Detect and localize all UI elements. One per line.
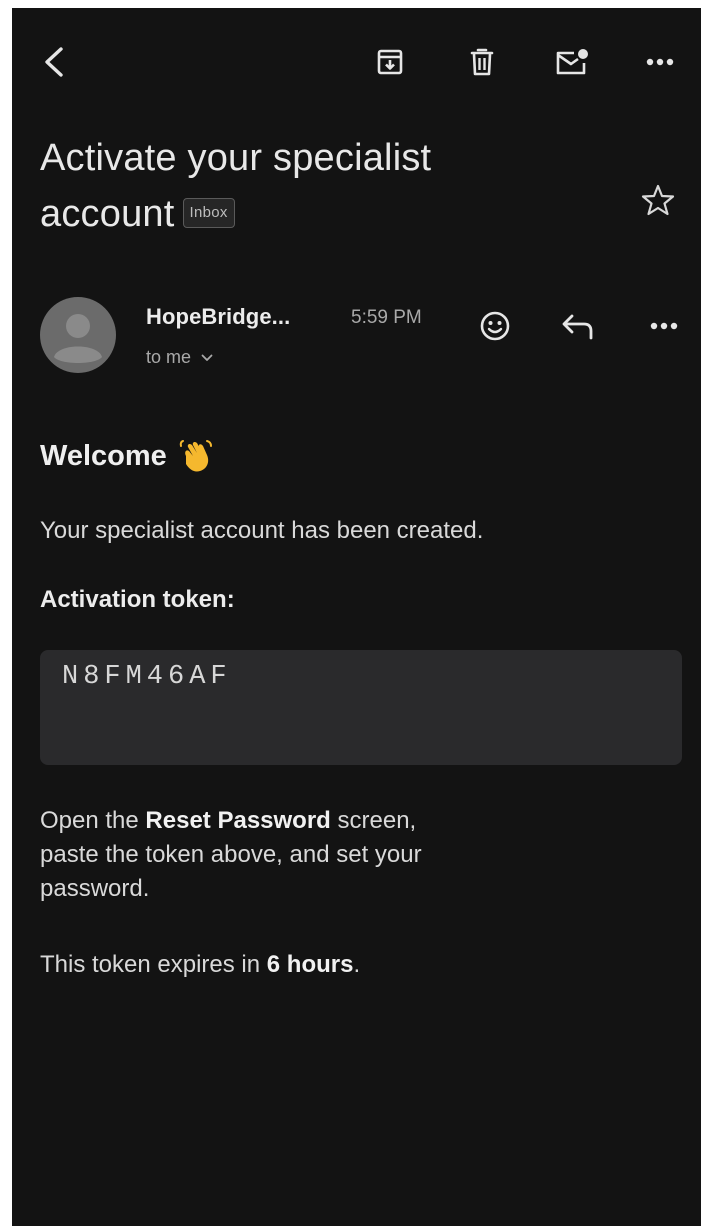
sender-name[interactable]: HopeBridge... <box>146 304 290 330</box>
reply-arrow-icon <box>562 314 593 340</box>
trash-icon <box>470 48 494 76</box>
message-more-button[interactable] <box>638 300 690 352</box>
instructions-text: Open the Reset Password screen, paste th… <box>40 804 422 906</box>
instructions-line-1-suffix: screen, <box>330 807 417 834</box>
more-horizontal-icon <box>650 322 678 330</box>
greeting-text: Welcome <box>40 439 167 472</box>
archive-button[interactable] <box>366 38 414 86</box>
mark-unread-icon <box>556 49 588 75</box>
expiry-prefix: This token expires in <box>40 951 267 978</box>
intro-text: Your specialist account has been created… <box>40 517 484 544</box>
star-button[interactable] <box>630 172 686 228</box>
token-label: Activation token: <box>40 586 235 613</box>
top-toolbar <box>12 8 701 116</box>
back-arrow-icon <box>45 47 63 77</box>
reply-button[interactable] <box>552 300 604 352</box>
expiry-suffix: . <box>353 951 361 978</box>
archive-icon <box>377 49 403 75</box>
email-greeting: Welcome <box>40 438 213 474</box>
chevron-down-icon <box>201 354 213 361</box>
reset-password-emphasis: Reset Password <box>145 807 331 834</box>
instructions-line-3: password. <box>40 875 150 902</box>
sender-avatar[interactable] <box>40 297 116 373</box>
recipient-details-toggle[interactable]: to me <box>146 347 213 368</box>
email-timestamp: 5:59 PM <box>351 307 422 328</box>
subject-line-2-text: account <box>40 193 175 235</box>
instructions-line-2: paste the token above, and set your <box>40 841 422 868</box>
email-subject: Activate your specialist account Inbox <box>40 130 620 242</box>
subject-line-1: Activate your specialist <box>40 137 432 179</box>
more-options-button[interactable] <box>636 38 684 86</box>
emoji-smile-icon <box>480 311 510 341</box>
back-button[interactable] <box>30 38 78 86</box>
instructions-line-1: Open the Reset Password screen, <box>40 804 422 838</box>
default-avatar-icon <box>54 314 102 363</box>
waving-hand-icon <box>179 440 212 472</box>
inbox-label-chip[interactable]: Inbox <box>182 197 235 228</box>
instructions-prefix: Open the <box>40 807 146 834</box>
token-code-block[interactable]: N8FM46AF <box>40 650 682 765</box>
add-reaction-button[interactable] <box>469 300 521 352</box>
subject-line-2: account Inbox <box>40 186 620 242</box>
expiry-duration: 6 hours <box>266 951 354 978</box>
delete-button[interactable] <box>458 38 506 86</box>
mark-unread-button[interactable] <box>548 38 596 86</box>
email-view-screen: Activate your specialist account Inbox Ho… <box>12 8 701 1226</box>
recipient-label: to me <box>146 347 192 367</box>
activation-token[interactable]: N8FM46AF <box>62 662 232 692</box>
star-icon <box>641 184 675 216</box>
expiry-text: This token expires in 6 hours. <box>40 948 360 982</box>
more-horizontal-icon <box>646 58 674 66</box>
